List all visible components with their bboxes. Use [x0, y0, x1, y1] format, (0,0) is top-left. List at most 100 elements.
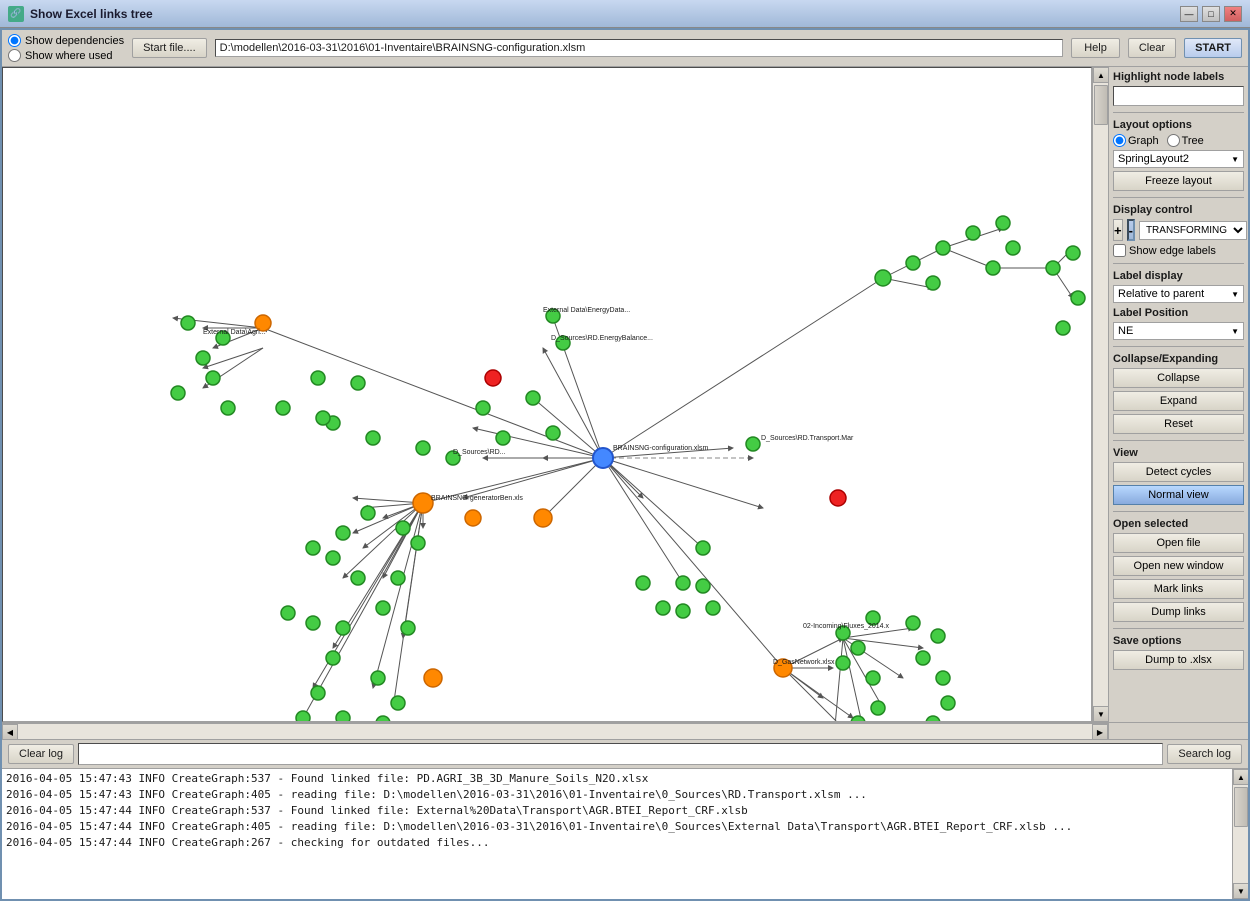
bottom-area: Clear log Search log 2016-04-05 15:47:43… [2, 739, 1248, 899]
horizontal-scrollbar[interactable]: ◀ ▶ [2, 723, 1108, 739]
collapse-expanding-label: Collapse/Expanding [1113, 353, 1244, 365]
log-content: 2016-04-05 15:47:43 INFO CreateGraph:537… [2, 769, 1232, 899]
mark-links-button[interactable]: Mark links [1113, 579, 1244, 599]
start-button[interactable]: START [1184, 38, 1242, 58]
separator-4 [1113, 346, 1244, 347]
dump-xlsx-button[interactable]: Dump to .xlsx [1113, 650, 1244, 670]
minimize-button[interactable]: — [1180, 6, 1198, 22]
window-title: Show Excel links tree [30, 7, 1180, 21]
layout-options-label: Layout options [1113, 119, 1244, 131]
highlight-section: Highlight node labels [1113, 71, 1244, 106]
label-position-label: Label Position [1113, 307, 1244, 319]
radio-tree[interactable] [1167, 134, 1180, 147]
log-entry: 2016-04-05 15:47:44 INFO CreateGraph:537… [6, 803, 1228, 819]
radio-graph[interactable] [1113, 134, 1126, 147]
log-toolbar: Clear log Search log [2, 740, 1248, 769]
separator-3 [1113, 263, 1244, 264]
search-log-button[interactable]: Search log [1167, 744, 1242, 764]
detect-cycles-button[interactable]: Detect cycles [1113, 462, 1244, 482]
freeze-layout-button[interactable]: Freeze layout [1113, 171, 1244, 191]
separator-1 [1113, 112, 1244, 113]
log-entry: 2016-04-05 15:47:43 INFO CreateGraph:537… [6, 771, 1228, 787]
log-entry: 2016-04-05 15:47:43 INFO CreateGraph:405… [6, 787, 1228, 803]
horizontal-scroll-area: ◀ ▶ [2, 722, 1248, 739]
svg-text:D_Sources\RD.Transport.Mar: D_Sources\RD.Transport.Mar [761, 435, 854, 442]
window-controls: — □ ✕ [1180, 6, 1242, 22]
view-section: View Detect cycles Normal view [1113, 447, 1244, 505]
label-display-label: Label display [1113, 270, 1244, 282]
maximize-button[interactable]: □ [1202, 6, 1220, 22]
display-control-label: Display control [1113, 204, 1244, 216]
separator-2 [1113, 197, 1244, 198]
log-scroll-thumb[interactable] [1234, 787, 1248, 827]
start-file-button[interactable]: Start file.... [132, 38, 207, 58]
log-entry: 2016-04-05 15:47:44 INFO CreateGraph:405… [6, 819, 1228, 835]
show-edge-labels-checkbox[interactable] [1113, 244, 1126, 257]
radio-group: Show dependencies Show where used [8, 34, 124, 62]
toolbar: Show dependencies Show where used Start … [2, 30, 1248, 67]
radio-where-used-label[interactable]: Show where used [8, 49, 124, 62]
label-display-dropdown[interactable]: Relative to parent ▼ [1113, 285, 1244, 303]
log-search-input[interactable] [78, 743, 1163, 765]
graph-svg: BRAINSNG-configuration.xlsm D_Sources\RD… [3, 68, 1091, 721]
clear-log-button[interactable]: Clear log [8, 744, 74, 764]
display-control-row: + - TRANSFORMING PICKING ANIMATING [1113, 219, 1244, 241]
collapse-button[interactable]: Collapse [1113, 368, 1244, 388]
help-button[interactable]: Help [1071, 38, 1120, 58]
scroll-left-arrow[interactable]: ◀ [2, 724, 18, 740]
scroll-track-v[interactable] [1093, 83, 1108, 706]
main-window: Show dependencies Show where used Start … [0, 28, 1250, 901]
radio-dependencies[interactable] [8, 34, 21, 47]
save-options-label: Save options [1113, 635, 1244, 647]
radio-dependencies-label[interactable]: Show dependencies [8, 34, 124, 47]
vertical-scrollbar[interactable]: ▲ ▼ [1092, 67, 1108, 722]
scroll-up-arrow[interactable]: ▲ [1093, 67, 1109, 83]
open-selected-label: Open selected [1113, 518, 1244, 530]
dc-dropdown[interactable]: TRANSFORMING PICKING ANIMATING [1139, 221, 1247, 240]
close-button[interactable]: ✕ [1224, 6, 1242, 22]
scroll-thumb-v[interactable] [1094, 85, 1108, 125]
radio-tree-label[interactable]: Tree [1167, 134, 1204, 147]
log-scroll-track[interactable] [1233, 785, 1248, 883]
label-display-section: Label display Relative to parent ▼ [1113, 270, 1244, 303]
svg-text:BRAINSNG-generatorBen.xls: BRAINSNG-generatorBen.xls [431, 495, 523, 502]
label-position-dropdown-arrow: ▼ [1231, 327, 1239, 336]
open-file-button[interactable]: Open file [1113, 533, 1244, 553]
open-selected-section: Open selected Open file Open new window … [1113, 518, 1244, 622]
bottom-scroll-area: 2016-04-05 15:47:43 INFO CreateGraph:537… [2, 769, 1248, 899]
file-path-input[interactable] [215, 39, 1064, 57]
expand-button[interactable]: Expand [1113, 391, 1244, 411]
layout-dropdown-arrow: ▼ [1231, 155, 1239, 164]
label-display-dropdown-arrow: ▼ [1231, 290, 1239, 299]
scroll-down-arrow[interactable]: ▼ [1093, 706, 1109, 722]
show-edge-labels-label[interactable]: Show edge labels [1113, 244, 1244, 257]
clear-button[interactable]: Clear [1128, 38, 1176, 58]
right-panel-spacer [1108, 723, 1248, 739]
titlebar: 🔗 Show Excel links tree — □ ✕ [0, 0, 1250, 28]
log-scroll-up[interactable]: ▲ [1233, 769, 1248, 785]
layout-options-radios: Graph Tree [1113, 134, 1244, 147]
open-new-window-button[interactable]: Open new window [1113, 556, 1244, 576]
layout-dropdown[interactable]: SpringLayout2 ▼ [1113, 150, 1244, 168]
radio-graph-label[interactable]: Graph [1113, 134, 1159, 147]
view-label: View [1113, 447, 1244, 459]
normal-view-button[interactable]: Normal view [1113, 485, 1244, 505]
log-scroll-down[interactable]: ▼ [1233, 883, 1248, 899]
reset-button[interactable]: Reset [1113, 414, 1244, 434]
scroll-right-arrow[interactable]: ▶ [1092, 724, 1108, 740]
dc-plus-button[interactable]: + [1113, 219, 1123, 241]
label-position-dropdown[interactable]: NE ▼ [1113, 322, 1244, 340]
scroll-track-h[interactable] [18, 724, 1092, 739]
log-vertical-scrollbar[interactable]: ▲ ▼ [1232, 769, 1248, 899]
label-position-section: Label Position NE ▼ [1113, 307, 1244, 340]
svg-text:External Data\Agri...: External Data\Agri... [203, 329, 266, 336]
log-entry: 2016-04-05 15:47:44 INFO CreateGraph:267… [6, 835, 1228, 851]
app-icon: 🔗 [8, 6, 24, 22]
radio-where-used[interactable] [8, 49, 21, 62]
dc-minus-button[interactable]: - [1127, 219, 1135, 241]
graph-panel[interactable]: BRAINSNG-configuration.xlsm D_Sources\RD… [2, 67, 1092, 722]
dump-links-button[interactable]: Dump links [1113, 602, 1244, 622]
right-panel: Highlight node labels Layout options Gra… [1108, 67, 1248, 722]
highlight-input[interactable] [1113, 86, 1244, 106]
save-options-section: Save options Dump to .xlsx [1113, 635, 1244, 670]
